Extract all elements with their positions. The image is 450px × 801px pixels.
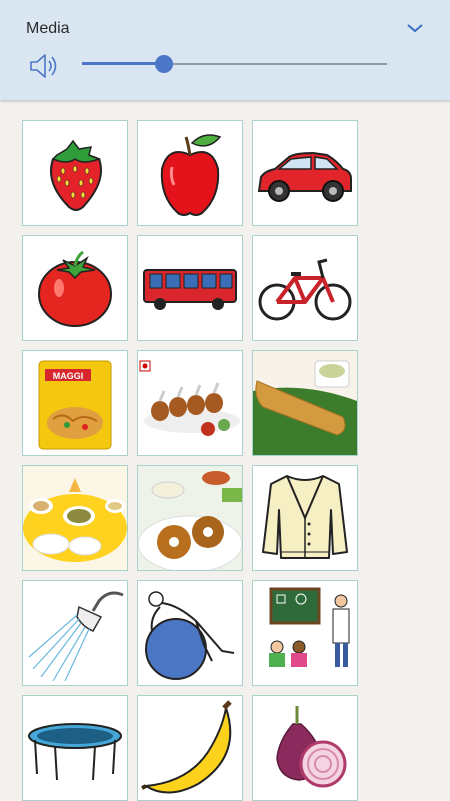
- bicycle-icon: [258, 258, 352, 321]
- classroom-icon: [269, 587, 350, 667]
- shower-icon: [28, 591, 124, 682]
- dosa-icon: [253, 351, 357, 455]
- tile-car[interactable]: [252, 120, 358, 226]
- volume-icon[interactable]: [28, 52, 60, 80]
- tile-banana[interactable]: [137, 695, 243, 801]
- tile-noodles[interactable]: MAGGI: [22, 350, 128, 456]
- tile-cardigan[interactable]: [252, 465, 358, 571]
- media-title: Media: [26, 20, 70, 37]
- tile-idli[interactable]: [22, 465, 128, 571]
- tile-tomato[interactable]: [22, 235, 128, 341]
- volume-slider[interactable]: [82, 52, 387, 76]
- exercise-ball-icon: [145, 591, 235, 680]
- tile-strawberry[interactable]: [22, 120, 128, 226]
- tile-shower[interactable]: [22, 580, 128, 686]
- svg-text:MAGGI: MAGGI: [53, 371, 84, 381]
- tile-exercise-ball[interactable]: [137, 580, 243, 686]
- tile-vada[interactable]: [137, 465, 243, 571]
- tile-bus[interactable]: [137, 235, 243, 341]
- tile-dosa[interactable]: [252, 350, 358, 456]
- banana-icon: [141, 700, 232, 794]
- strawberry-icon: [50, 139, 102, 211]
- trampoline-icon: [28, 723, 122, 781]
- tile-apple[interactable]: [137, 120, 243, 226]
- tile-chicken-lollipop[interactable]: [137, 350, 243, 456]
- bus-icon: [143, 269, 237, 310]
- tile-classroom[interactable]: [252, 580, 358, 686]
- idli-icon: [23, 466, 127, 570]
- tomato-icon: [38, 250, 112, 327]
- tile-onion[interactable]: [252, 695, 358, 801]
- tile-trampoline[interactable]: [22, 695, 128, 801]
- chevron-down-icon[interactable]: [403, 18, 427, 38]
- cardigan-icon: [262, 475, 348, 559]
- car-icon: [257, 151, 352, 202]
- slider-thumb[interactable]: [155, 55, 174, 73]
- vada-icon: [138, 466, 242, 570]
- noodles-packet-icon: MAGGI: [38, 360, 112, 450]
- chicken-lollipop-icon: [139, 360, 240, 436]
- media-panel: Media: [0, 0, 450, 100]
- onion-icon: [276, 706, 347, 788]
- apple-icon: [160, 134, 222, 216]
- tile-bicycle[interactable]: [252, 235, 358, 341]
- slider-fill: [82, 62, 165, 65]
